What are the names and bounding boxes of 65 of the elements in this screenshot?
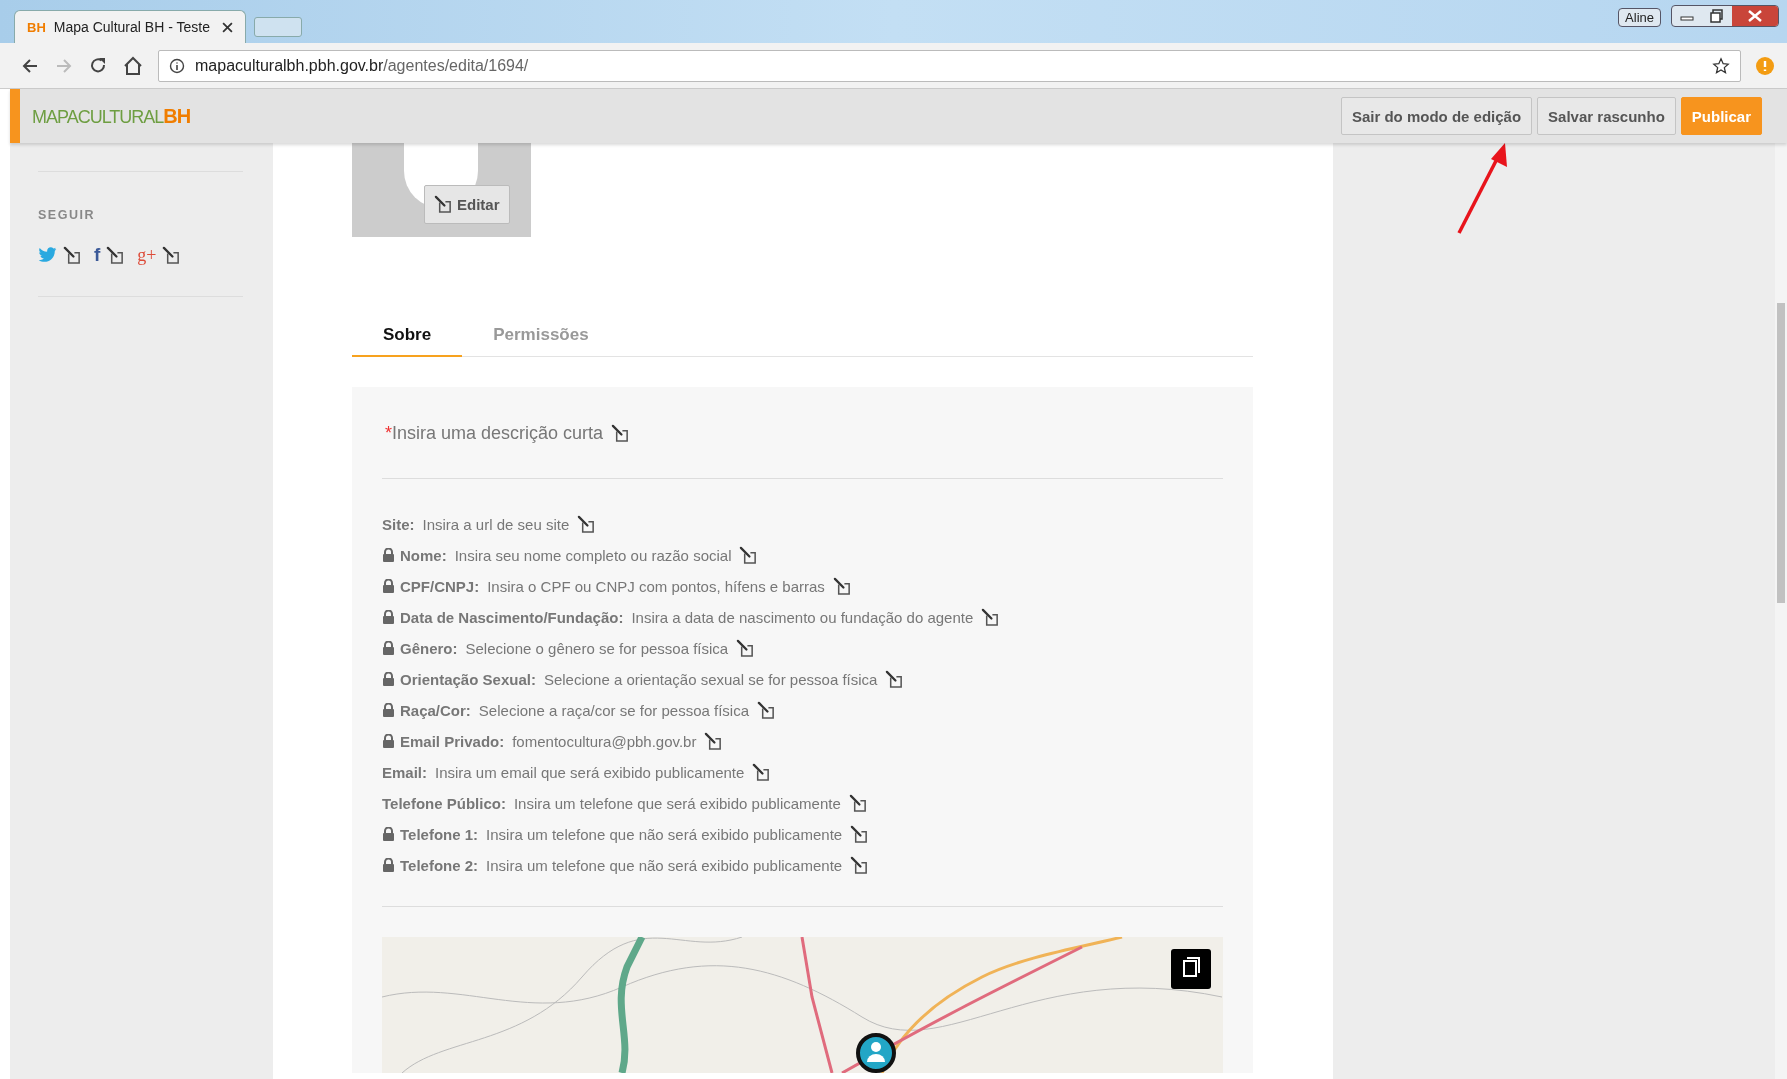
field-label: Telefone 1:	[400, 825, 479, 843]
edit-icon[interactable]	[981, 607, 1001, 627]
field-value[interactable]: Insira um telefone que não será exibido publicamente	[486, 825, 843, 843]
google-plus-glyph[interactable]: g+	[137, 244, 157, 266]
section-heading: SEGUIR	[38, 208, 96, 222]
field-value[interactable]: fomentocultura@pbh.gov.br	[512, 732, 697, 750]
field-value[interactable]: Insira seu nome completo ou razão social	[454, 546, 732, 564]
field-value[interactable]: Insira um telefone que será exibido publicamente	[513, 794, 841, 812]
browser-tab[interactable]: BH Mapa Cultural BH - Teste	[14, 10, 246, 43]
profile-badge[interactable]: Aline	[1618, 8, 1661, 27]
edit-icon	[434, 195, 453, 214]
field-value[interactable]: Selecione a orientação sexual se for pessoa física	[543, 670, 878, 688]
edit-icon[interactable]	[63, 245, 82, 265]
edit-icon[interactable]	[577, 514, 597, 534]
tab-title: Mapa Cultural BH - Teste	[53, 19, 211, 35]
edit-icon[interactable]	[739, 545, 759, 565]
edit-icon[interactable]	[106, 245, 126, 265]
field-label: Raça/Cor:	[400, 701, 471, 719]
edit-icon[interactable]	[752, 762, 772, 782]
scrollbar[interactable]	[1775, 143, 1787, 1079]
address-bar[interactable]: mapaculturalbh.pbh.gov.br/agentes/edita/1694/	[158, 49, 1741, 82]
site-logo[interactable]: MAPACULTURALBH	[32, 104, 191, 128]
field-label: Email:	[382, 763, 427, 781]
field-value[interactable]: Selecione a raça/cor se for pessoa física	[478, 701, 749, 719]
edit-icon[interactable]	[850, 824, 870, 844]
person-marker-icon[interactable]	[856, 1033, 896, 1073]
field-value[interactable]: Insira o CPF ou CNPJ com pontos, hífens e barras	[487, 577, 825, 595]
edit-icon[interactable]	[850, 855, 870, 875]
description-prompt[interactable]: *Insira uma descrição curta	[385, 423, 604, 444]
header-button[interactable]: Salvar rascunho	[1537, 97, 1676, 135]
layers-button[interactable]	[1171, 949, 1211, 989]
home-icon[interactable]	[122, 55, 144, 76]
tab[interactable]: Permissões	[462, 317, 620, 357]
field-label: Nome:	[400, 546, 447, 564]
field-label: Telefone 2:	[400, 856, 479, 874]
field-value[interactable]: Selecione o gênero se for pessoa física	[465, 639, 729, 657]
field-value[interactable]: Insira um telefone que não será exibido publicamente	[486, 856, 843, 874]
edit-icon[interactable]	[885, 669, 905, 689]
publish-button[interactable]: Publicar	[1680, 97, 1762, 135]
close-icon[interactable]	[222, 21, 233, 33]
tab[interactable]: Sobre	[352, 317, 463, 357]
field-label: Telefone Público:	[382, 794, 506, 812]
close-window-icon[interactable]	[1732, 6, 1778, 26]
field-value[interactable]: Insira a url de seu site	[422, 515, 570, 533]
edit-icon[interactable]	[736, 638, 756, 658]
edit-icon[interactable]	[848, 793, 868, 813]
edit-button[interactable]: Editar	[424, 185, 510, 224]
edit-icon[interactable]	[757, 700, 776, 720]
info-icon[interactable]	[169, 57, 185, 74]
field-value[interactable]: Insira a data de nascimento ou fundação do agente	[631, 608, 974, 626]
edit-icon[interactable]	[832, 576, 852, 596]
field-label: Gênero:	[400, 639, 458, 657]
edit-icon[interactable]	[611, 424, 631, 443]
field-label: Orientação Sexual:	[400, 670, 536, 688]
favicon: BH	[27, 19, 46, 35]
edit-icon[interactable]	[162, 245, 182, 265]
field-label: CPF/CNPJ:	[400, 577, 480, 595]
header-button[interactable]: Sair do modo de edição	[1340, 97, 1533, 135]
field-label: Site:	[382, 515, 415, 533]
edit-icon[interactable]	[704, 731, 724, 751]
field-value[interactable]: Insira um email que será exibido publicamente	[435, 763, 745, 781]
field-label: Email Privado:	[400, 732, 505, 750]
star-icon[interactable]	[1712, 56, 1730, 75]
facebook-glyph[interactable]: f	[94, 244, 101, 266]
field-label: Data de Nascimento/Fundação:	[400, 608, 624, 626]
